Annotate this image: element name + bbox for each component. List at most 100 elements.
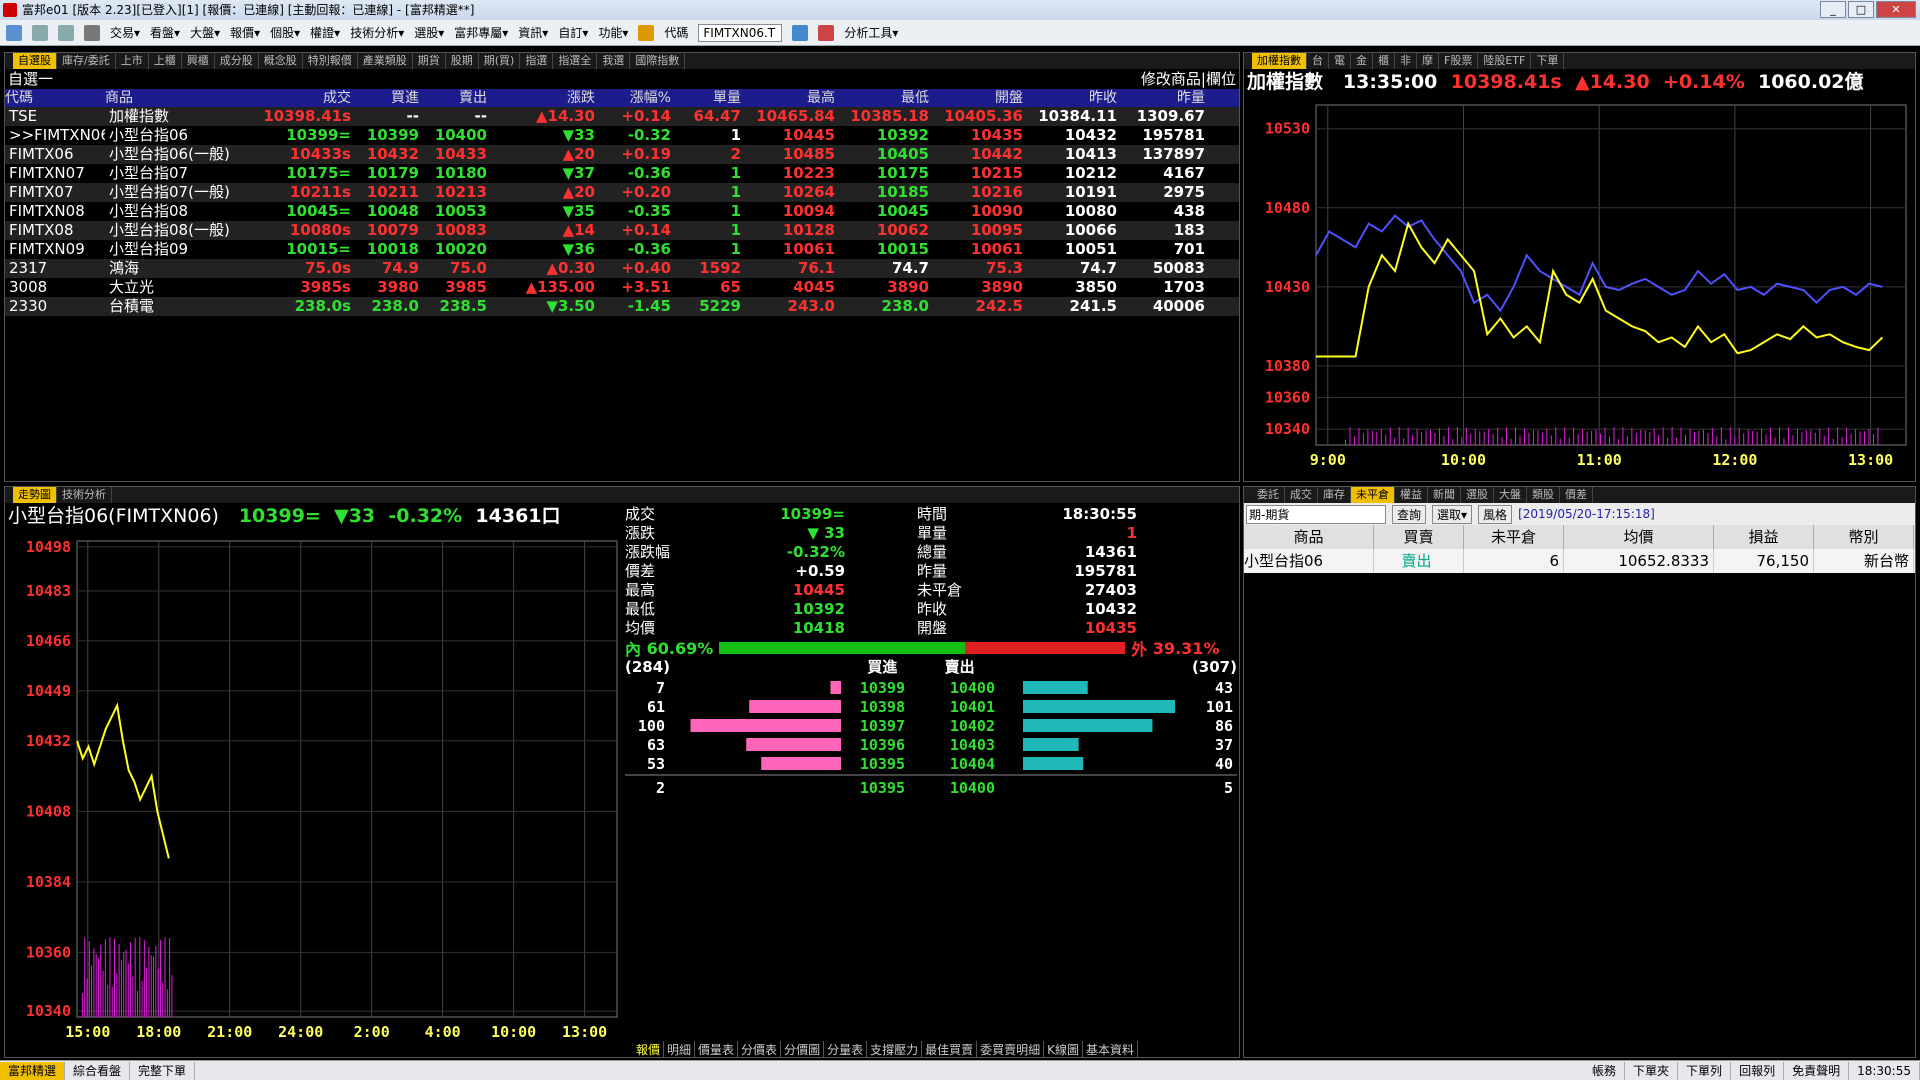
bottom-tab-7[interactable]: 最佳買賣	[922, 1041, 978, 1058]
menu-technical[interactable]: 技術分析▾	[350, 24, 404, 41]
quote-row[interactable]: 2317 鴻海 75.0s 74.9 75.0 ▲0.30 +0.40 1592 76.1 74.…	[5, 259, 1239, 278]
tab-qtabs-3[interactable]: 上櫃	[149, 53, 182, 69]
code-input[interactable]: FIMTXN06.T	[698, 23, 783, 42]
disclaimer-button[interactable]: 免責聲明	[1784, 1061, 1850, 1080]
minimize-button[interactable]: _	[1820, 1, 1846, 18]
tab-qtabs-1[interactable]: 庫存/委託	[57, 53, 116, 69]
menu-fubon[interactable]: 富邦專屬▾	[454, 24, 508, 41]
tab-itabs-4[interactable]: 櫃	[1373, 53, 1395, 69]
columns-button[interactable]: 欄位	[1206, 70, 1236, 88]
position-row[interactable]: 小型台指06 賣出 6 10652.8333 76,150 新台幣	[1244, 549, 1915, 573]
tab-ptabs-3[interactable]: 未平倉	[1351, 487, 1395, 503]
tab-qtabs-7[interactable]: 特別報價	[303, 53, 358, 69]
tab-itabs-3[interactable]: 金	[1351, 53, 1373, 69]
tab-ptabs-7[interactable]: 大盤	[1494, 487, 1527, 503]
quote-row[interactable]: FIMTXN09 小型台指09 10015= 10018 10020 ▼36 -0.36 1 1…	[5, 240, 1239, 259]
menu-screener[interactable]: 選股▾	[414, 24, 444, 41]
tab-ptabs-2[interactable]: 庫存	[1318, 487, 1351, 503]
menu-watch[interactable]: 看盤▾	[150, 24, 180, 41]
workspace-tab-overview[interactable]: 綜合看盤	[65, 1061, 131, 1080]
edit-symbols-button[interactable]: 修改商品	[1141, 70, 1201, 88]
tab-itabs-5[interactable]: 非	[1395, 53, 1417, 69]
col-header-10[interactable]: 開盤	[933, 89, 1027, 107]
bottom-tab-8[interactable]: 委買賣明細	[977, 1041, 1045, 1058]
col-header-6[interactable]: 漲幅%	[599, 89, 675, 107]
order-bar-button[interactable]: 下單列	[1678, 1061, 1732, 1080]
col-header-0[interactable]: 代碼	[5, 89, 105, 107]
tab-qtabs-0[interactable]: 自選股	[13, 53, 57, 69]
col-header-4[interactable]: 賣出	[423, 89, 491, 107]
bottom-tab-4[interactable]: 分價圖	[781, 1041, 825, 1058]
menu-stock[interactable]: 個股▾	[270, 24, 300, 41]
quote-row[interactable]: FIMTX08 小型台指08(一般) 10080s 10079 10083 ▲14 +0.1…	[5, 221, 1239, 240]
tab-ttabs-1[interactable]: 技術分析	[57, 487, 112, 503]
col-header-3[interactable]: 買進	[355, 89, 423, 107]
tab-qtabs-14[interactable]: 我選	[597, 53, 631, 69]
tab-qtabs-6[interactable]: 概念股	[259, 53, 303, 69]
col-header-9[interactable]: 最低	[839, 89, 933, 107]
bottom-tab-2[interactable]: 價量表	[695, 1041, 739, 1058]
tab-qtabs-12[interactable]: 指選	[520, 53, 554, 69]
col-header-12[interactable]: 昨量	[1121, 89, 1209, 107]
col-header-11[interactable]: 昨收	[1027, 89, 1121, 107]
quote-row[interactable]: 2330 台積電 238.0s 238.0 238.5 ▼3.50 -1.45 5229 243…	[5, 297, 1239, 316]
tab-qtabs-8[interactable]: 產業類股	[358, 53, 413, 69]
pencil-icon[interactable]	[638, 24, 655, 41]
workspace-tab-fubon[interactable]: 富邦精選	[0, 1061, 66, 1080]
menu-custom[interactable]: 自訂▾	[558, 24, 588, 41]
menu-trade[interactable]: 交易▾	[110, 24, 140, 41]
quote-row[interactable]: TSE 加權指數 10398.41s -- -- ▲14.30 +0.14 64.47 1046…	[5, 107, 1239, 126]
menu-market[interactable]: 大盤▾	[190, 24, 220, 41]
bottom-tab-9[interactable]: K線圖	[1044, 1041, 1084, 1058]
style-button[interactable]: 風格	[1478, 504, 1513, 524]
tab-ptabs-8[interactable]: 類股	[1527, 487, 1560, 503]
tab-ptabs-4[interactable]: 權益	[1395, 487, 1428, 503]
home-icon[interactable]	[6, 24, 22, 41]
tab-qtabs-4[interactable]: 興櫃	[182, 53, 215, 69]
order-folder-button[interactable]: 下單夾	[1625, 1061, 1679, 1080]
menu-warrant[interactable]: 權證▾	[310, 24, 340, 41]
tab-itabs-0[interactable]: 加權指數	[1252, 53, 1307, 69]
col-header-5[interactable]: 漲跌	[491, 89, 599, 107]
tab-itabs-1[interactable]: 台	[1307, 53, 1329, 69]
tab-qtabs-15[interactable]: 國際指數	[630, 53, 686, 69]
accounting-button[interactable]: 帳務	[1584, 1061, 1626, 1080]
workspace-tab-order[interactable]: 完整下單	[130, 1061, 196, 1080]
forward-icon[interactable]	[58, 24, 74, 41]
col-header-7[interactable]: 單量	[675, 89, 745, 107]
tab-qtabs-9[interactable]: 期貨	[413, 53, 446, 69]
tab-ptabs-5[interactable]: 新聞	[1428, 487, 1461, 503]
back-icon[interactable]	[32, 24, 48, 41]
tab-ttabs-0[interactable]: 走勢圖	[13, 487, 57, 503]
bottom-tab-1[interactable]: 明細	[664, 1041, 696, 1058]
bottom-tab-0[interactable]: 報價	[633, 1041, 665, 1058]
tab-itabs-9[interactable]: 下單	[1531, 53, 1565, 69]
tab-qtabs-13[interactable]: 指選全	[553, 53, 598, 69]
alert-icon[interactable]	[818, 24, 835, 41]
tab-ptabs-9[interactable]: 價差	[1560, 487, 1593, 503]
close-button[interactable]: ✕	[1876, 1, 1916, 18]
quote-row[interactable]: FIMTX06 小型台指06(一般) 10433s 10432 10433 ▲20 +0.1…	[5, 145, 1239, 164]
tab-ptabs-0[interactable]: 委託	[1252, 487, 1285, 503]
analysis-tools-menu[interactable]: 分析工具▾	[844, 24, 898, 41]
col-header-8[interactable]: 最高	[745, 89, 839, 107]
print-icon[interactable]	[84, 24, 100, 41]
tab-qtabs-11[interactable]: 期(買)	[479, 53, 521, 69]
bottom-tab-3[interactable]: 分價表	[738, 1041, 782, 1058]
quote-row[interactable]: FIMTXN07 小型台指07 10175= 10179 10180 ▼37 -0.36 1 1…	[5, 164, 1239, 183]
report-bar-button[interactable]: 回報列	[1731, 1061, 1785, 1080]
quote-row[interactable]: FIMTX07 小型台指07(一般) 10211s 10211 10213 ▲20 +0.2…	[5, 183, 1239, 202]
query-button[interactable]: 查詢	[1392, 504, 1427, 524]
group-select[interactable]: 自選一	[8, 69, 53, 89]
quote-row[interactable]: 3008 大立光 3985s 3980 3985 ▲135.00 +3.51 65 4045 38…	[5, 278, 1239, 297]
tab-qtabs-10[interactable]: 股期	[446, 53, 479, 69]
menu-quote[interactable]: 報價▾	[230, 24, 260, 41]
tab-itabs-6[interactable]: 摩	[1417, 53, 1439, 69]
tab-itabs-8[interactable]: 陸股ETF	[1478, 53, 1532, 69]
tab-ptabs-6[interactable]: 選股	[1461, 487, 1494, 503]
search-icon[interactable]	[792, 24, 809, 41]
tab-ptabs-1[interactable]: 成交	[1285, 487, 1318, 503]
tab-qtabs-5[interactable]: 成分股	[215, 53, 259, 69]
bottom-tab-6[interactable]: 支撐壓力	[867, 1041, 923, 1058]
tab-qtabs-2[interactable]: 上市	[116, 53, 149, 69]
